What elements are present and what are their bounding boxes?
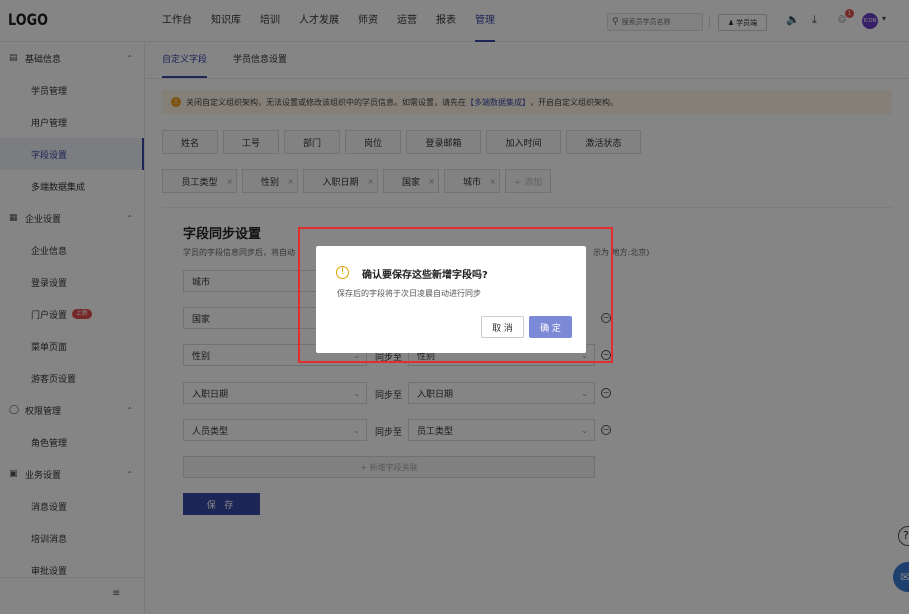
highlight-box [298,227,613,363]
